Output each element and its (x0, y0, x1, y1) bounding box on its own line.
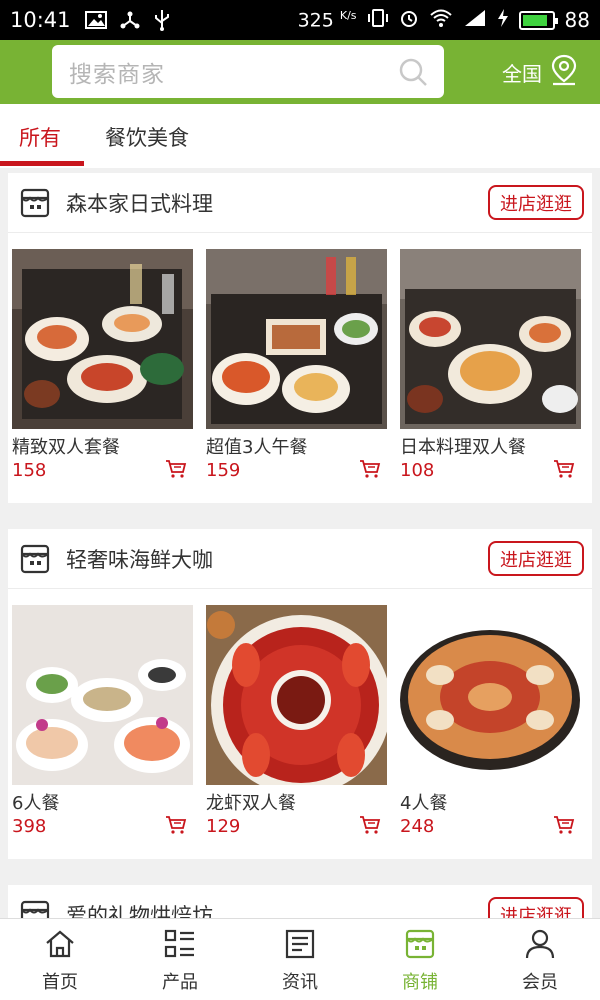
visit-shop-button[interactable]: 进店逛逛 (488, 541, 584, 576)
charging-icon (497, 8, 509, 33)
vibrate-icon (367, 8, 389, 33)
product-name: 日本料理双人餐 (400, 437, 526, 458)
bottom-nav: 首页 产品 资讯 商铺 会员 (0, 918, 600, 1000)
nav-label: 会员 (522, 972, 558, 993)
nav-member[interactable]: 会员 (480, 919, 600, 1000)
store-icon (20, 188, 50, 222)
product-row: 精致双人套餐 158 超值3人午餐 159 日本料理双人餐 108 (8, 233, 592, 503)
product-card[interactable]: 超值3人午餐 159 (206, 249, 387, 481)
nav-label: 资讯 (282, 972, 318, 993)
signal-icon (463, 8, 487, 33)
user-icon (524, 929, 556, 964)
shop-card: 森本家日式料理 进店逛逛 精致双人套餐 158 超值3人午餐 159 日本料理双… (8, 173, 592, 503)
product-card[interactable]: 龙虾双人餐 129 (206, 605, 387, 837)
product-card[interactable]: 精致双人套餐 158 (12, 249, 193, 481)
battery-level: 88 (564, 8, 590, 32)
search-input[interactable]: 搜索商家 (52, 45, 444, 98)
home-icon (44, 929, 76, 964)
nav-shops[interactable]: 商铺 (360, 919, 480, 1000)
nav-label: 商铺 (402, 972, 438, 993)
nav-home[interactable]: 首页 (0, 919, 120, 1000)
shop-name[interactable]: 轻奢味海鲜大咖 (66, 544, 213, 574)
product-name: 6人餐 (12, 793, 60, 814)
shop-name[interactable]: 森本家日式料理 (66, 188, 213, 218)
category-tabs: 所有 餐饮美食 (0, 104, 600, 168)
battery-icon (518, 10, 558, 30)
network-speed: 325 K/s (297, 8, 357, 32)
grid-list-icon (164, 929, 196, 964)
product-card[interactable]: 日本料理双人餐 108 (400, 249, 581, 481)
cart-icon[interactable] (165, 815, 187, 839)
location-pin-icon (550, 54, 578, 91)
tab-all[interactable]: 所有 (19, 122, 61, 152)
search-placeholder: 搜索商家 (69, 61, 165, 88)
news-icon (284, 929, 316, 964)
status-bar: 10:41 325 K/s 88 (0, 0, 600, 40)
shop-header: 轻奢味海鲜大咖 进店逛逛 (8, 529, 592, 589)
visit-shop-button[interactable]: 进店逛逛 (488, 185, 584, 220)
store-icon (20, 544, 50, 578)
shop-header: 森本家日式料理 进店逛逛 (8, 173, 592, 233)
search-icon[interactable] (398, 57, 428, 91)
usb-icon (153, 9, 171, 31)
product-name: 精致双人套餐 (12, 437, 120, 458)
region-selector[interactable]: 全国 (502, 54, 578, 91)
cart-icon[interactable] (359, 459, 381, 483)
cart-icon[interactable] (553, 815, 575, 839)
product-image[interactable] (400, 249, 581, 429)
nav-news[interactable]: 资讯 (240, 919, 360, 1000)
product-card[interactable]: 6人餐 398 (12, 605, 193, 837)
cart-icon[interactable] (553, 459, 575, 483)
product-image[interactable] (400, 605, 581, 785)
status-time: 10:41 (10, 8, 71, 32)
store-icon (404, 929, 436, 964)
shop-card: 轻奢味海鲜大咖 进店逛逛 6人餐 398 龙虾双人餐 129 4人餐 248 (8, 529, 592, 859)
cart-icon[interactable] (165, 459, 187, 483)
product-name: 4人餐 (400, 793, 448, 814)
tab-food[interactable]: 餐饮美食 (105, 122, 189, 152)
product-name: 超值3人午餐 (206, 437, 308, 458)
product-image[interactable] (206, 605, 387, 785)
product-image[interactable] (12, 249, 193, 429)
top-header: 搜索商家 全国 (0, 40, 600, 104)
share-icon (119, 10, 141, 30)
nav-products[interactable]: 产品 (120, 919, 240, 1000)
product-image[interactable] (12, 605, 193, 785)
product-card[interactable]: 4人餐 248 (400, 605, 581, 837)
alarm-icon (399, 8, 419, 33)
product-image[interactable] (206, 249, 387, 429)
image-icon (84, 11, 107, 29)
wifi-icon (429, 8, 453, 33)
product-name: 龙虾双人餐 (206, 793, 296, 814)
active-tab-indicator (0, 161, 84, 166)
nav-label: 首页 (42, 972, 78, 993)
cart-icon[interactable] (359, 815, 381, 839)
region-label: 全国 (502, 62, 542, 86)
nav-label: 产品 (162, 972, 198, 993)
product-row: 6人餐 398 龙虾双人餐 129 4人餐 248 (8, 589, 592, 859)
